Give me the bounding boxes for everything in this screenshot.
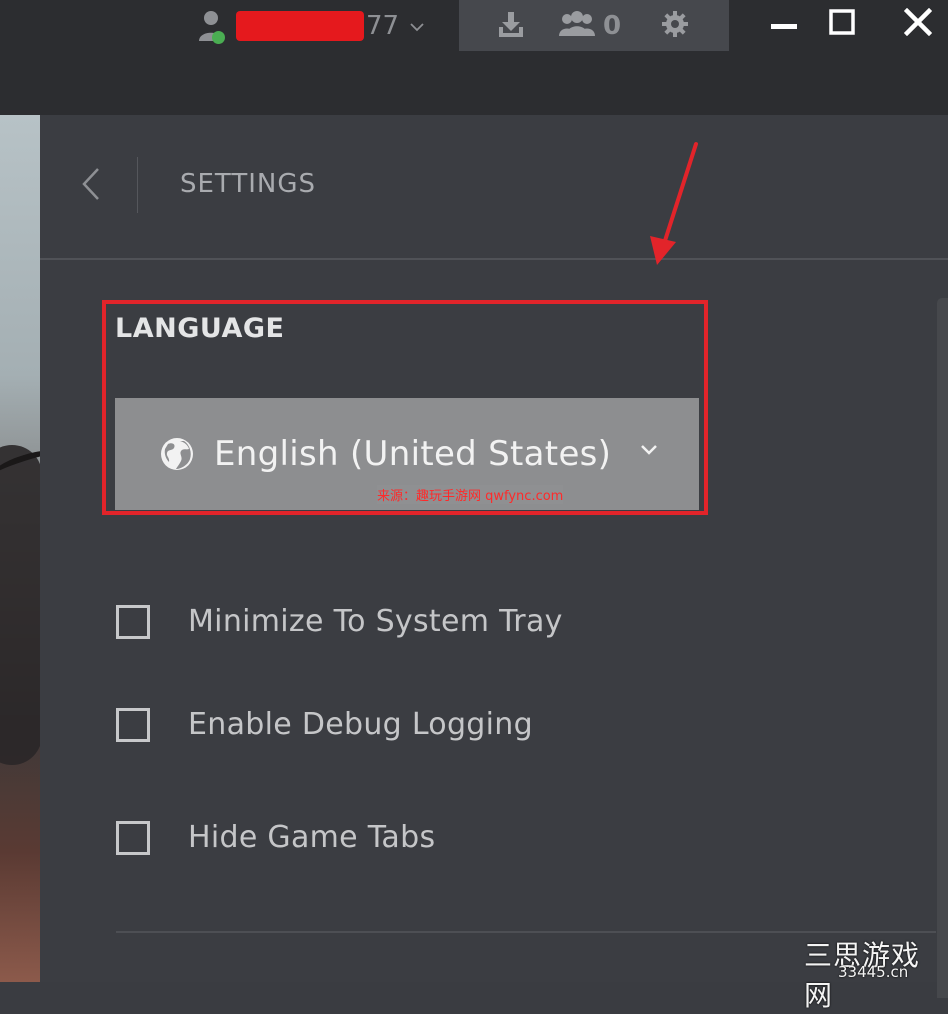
option-label: Enable Debug Logging [188,707,533,742]
back-button[interactable] [76,167,106,205]
checkbox[interactable] [116,820,150,855]
chevron-down-icon [639,442,659,461]
friends-button[interactable]: 0 [557,0,621,51]
toolbar: 0 [459,0,729,51]
close-icon [903,7,933,40]
friends-icon [557,10,597,42]
chevron-left-icon [81,167,101,205]
source-watermark: 来源：趣玩手游网 qwfync.com [377,489,564,504]
title-bar: 77 0 [0,0,948,115]
online-status-dot [212,31,225,44]
language-value: English (United States) [214,434,612,474]
annotation-arrow [640,140,710,274]
settings-panel: SETTINGS LANGUAGE English (United States… [40,115,948,998]
download-icon [497,10,525,42]
page-title: SETTINGS [180,169,317,199]
background-artwork [0,115,40,982]
option-label: Hide Game Tabs [188,820,436,855]
user-avatar-icon [198,9,228,44]
settings-button[interactable] [661,0,689,51]
user-menu[interactable]: 77 [198,8,425,44]
globe-icon [159,436,195,472]
option-hide-game-tabs[interactable]: Hide Game Tabs [116,820,435,855]
checkbox[interactable] [116,707,150,742]
maximize-button[interactable] [822,6,862,42]
redacted-username [236,11,364,41]
minimize-icon [771,15,797,34]
watermark-url: 33445.cn [838,963,909,981]
settings-header: SETTINGS [40,115,948,260]
option-enable-debug-logging[interactable]: Enable Debug Logging [116,707,533,742]
option-minimize-to-tray[interactable]: Minimize To System Tray [116,604,563,639]
friends-count: 0 [603,10,622,41]
chevron-down-icon [409,20,425,36]
minimize-button[interactable] [764,6,804,42]
option-label: Minimize To System Tray [188,604,563,639]
download-button[interactable] [497,0,525,51]
scrollbar[interactable] [937,298,948,998]
maximize-icon [829,9,855,39]
close-button[interactable] [898,6,938,42]
language-label: LANGUAGE [115,313,285,344]
corner-watermark: 三思游戏网 33445.cn [780,930,948,1012]
checkbox[interactable] [116,604,150,639]
username-suffix: 77 [366,11,400,41]
header-divider [137,157,138,213]
gear-icon [661,10,689,42]
